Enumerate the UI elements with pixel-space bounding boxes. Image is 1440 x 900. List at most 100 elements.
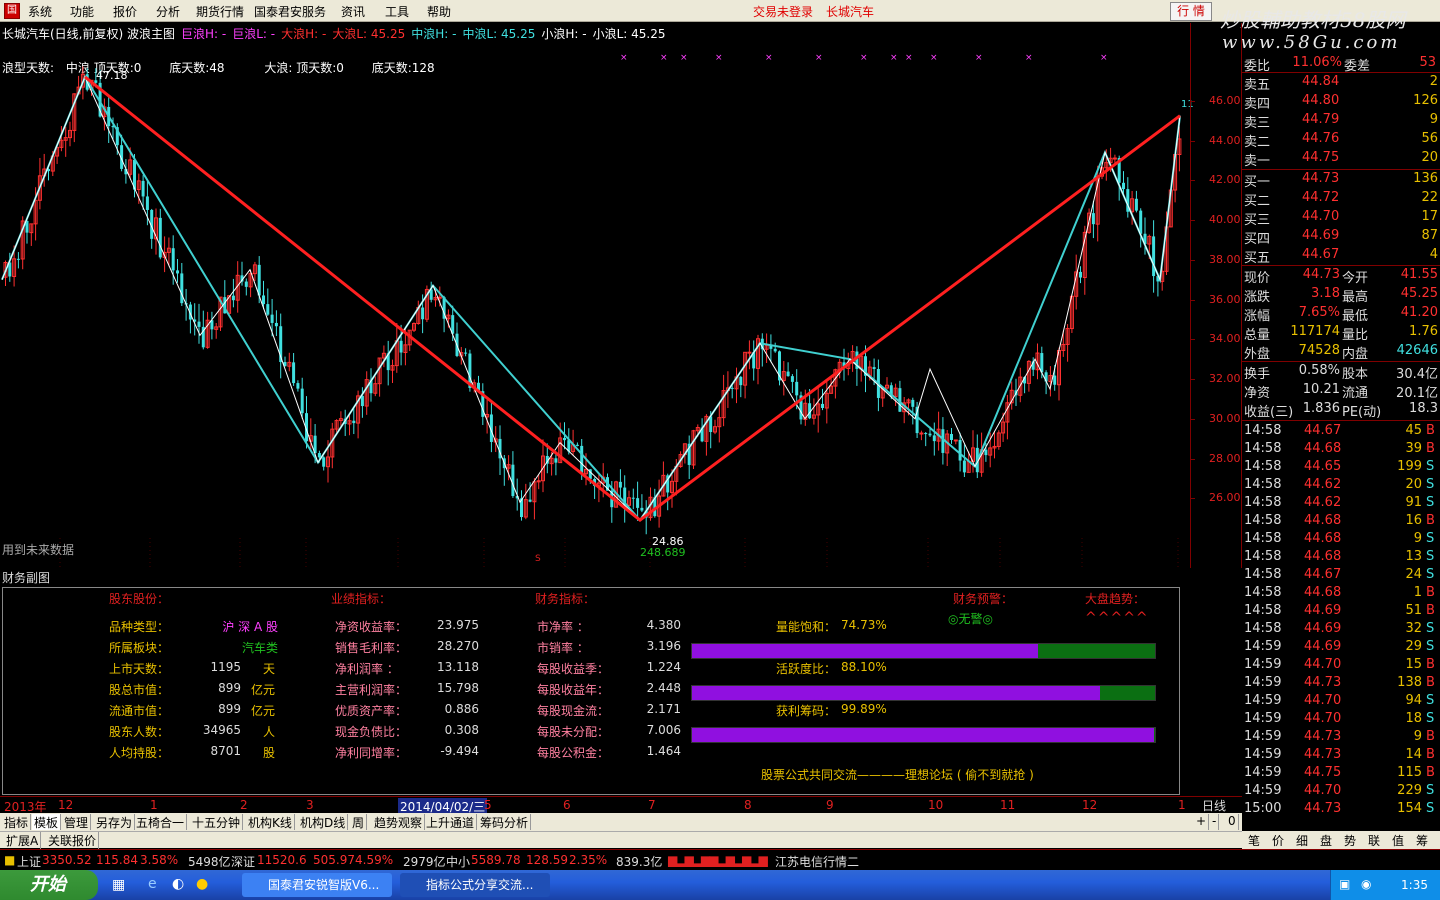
menu-service[interactable]: 国泰君安服务: [254, 3, 326, 20]
taskbar-item-forum[interactable]: 指标公式分享交流...: [400, 873, 550, 897]
tick-row[interactable]: 14:58 44.62 91 S: [1242, 494, 1440, 513]
ask-row[interactable]: 卖二 44.76 56: [1242, 130, 1440, 150]
indicator-tab[interactable]: 机构D线: [298, 814, 349, 830]
menu-function[interactable]: 功能: [70, 3, 94, 20]
quote-tab[interactable]: 势: [1344, 832, 1356, 849]
sh-pct: 3.58%: [140, 853, 179, 867]
quote-tab[interactable]: 价: [1272, 832, 1284, 849]
bid-row[interactable]: 买五 44.67 4: [1242, 246, 1440, 266]
browser-icon[interactable]: ◐: [172, 876, 184, 892]
desktop-icon[interactable]: ▦: [112, 877, 125, 893]
quote-tab[interactable]: 笔: [1248, 832, 1260, 849]
tick-row[interactable]: 14:58 44.67 24 S: [1242, 566, 1440, 585]
tick-row[interactable]: 14:58 44.68 13 S: [1242, 548, 1440, 567]
tick-row[interactable]: 14:59 44.69 29 S: [1242, 638, 1440, 657]
tick-row[interactable]: 14:58 44.68 16 B: [1242, 512, 1440, 531]
indicator-tab[interactable]: 另存为: [94, 814, 136, 830]
tick-row[interactable]: 14:59 44.70 229 S: [1242, 782, 1440, 801]
tick-row[interactable]: 14:59 44.73 14 B: [1242, 746, 1440, 765]
tab-control-button[interactable]: +: [1194, 814, 1210, 830]
candle-body: [1091, 213, 1095, 225]
tick-row[interactable]: 14:59 44.70 18 S: [1242, 710, 1440, 729]
sh-name[interactable]: 上证: [17, 853, 41, 870]
ask-label: 卖四: [1244, 97, 1271, 112]
zx-name[interactable]: 中小: [446, 853, 470, 870]
y-tick-label: 36.00: [1209, 292, 1241, 306]
performance-label: 主营利润率：: [335, 683, 408, 697]
quote-tab[interactable]: 联: [1368, 832, 1380, 849]
tick-row[interactable]: 14:58 44.68 9 S: [1242, 530, 1440, 549]
tick-row[interactable]: 14:58 44.62 20 S: [1242, 476, 1440, 495]
extension-tab[interactable]: 扩展A: [4, 832, 42, 849]
ask-row[interactable]: 卖一 44.75 20: [1242, 149, 1440, 169]
menu-help[interactable]: 帮助: [427, 3, 451, 20]
bid-row[interactable]: 买四 44.69 87: [1242, 227, 1440, 247]
stat-row[interactable]: 总量 117174 量比 1.76: [1242, 323, 1440, 343]
stat-row[interactable]: 涨跌 3.18 最高 45.25: [1242, 285, 1440, 305]
tick-row[interactable]: 14:58 44.67 45 B: [1242, 422, 1440, 441]
indicator-tab[interactable]: 筹码分析: [478, 814, 532, 830]
tick-row[interactable]: 14:58 44.69 32 S: [1242, 620, 1440, 639]
ask-row[interactable]: 卖四 44.80 126: [1242, 92, 1440, 112]
media-icon[interactable]: ●: [196, 876, 208, 892]
tab-control-button[interactable]: -: [1210, 814, 1220, 830]
tick-row[interactable]: 14:59 44.73 9 B: [1242, 728, 1440, 747]
indicator-tab[interactable]: 指标: [2, 814, 32, 830]
indicator-tab[interactable]: 模板: [32, 814, 62, 830]
network-icon[interactable]: ▣: [1339, 877, 1350, 891]
tick-row[interactable]: 14:59 44.70 15 B: [1242, 656, 1440, 675]
indicator-tab[interactable]: 上升通道: [424, 814, 478, 830]
bid-row[interactable]: 买三 44.70 17: [1242, 208, 1440, 228]
ie-icon[interactable]: e: [148, 876, 157, 892]
stat-row[interactable]: 换手 0.58% 股本 30.4亿: [1242, 362, 1440, 382]
volume-icon[interactable]: ◉: [1361, 877, 1371, 891]
tick-row[interactable]: 14:59 44.73 138 B: [1242, 674, 1440, 693]
quote-tab[interactable]: 值: [1392, 832, 1404, 849]
indicator-tab[interactable]: 管理: [62, 814, 92, 830]
bid-row[interactable]: 买二 44.72 22: [1242, 189, 1440, 209]
menu-system[interactable]: 系统: [28, 3, 52, 20]
tick-price: 44.65: [1304, 459, 1342, 474]
indicator-tab[interactable]: 趋势观察: [372, 814, 426, 830]
sz-name[interactable]: 深证: [231, 853, 255, 870]
quote-button[interactable]: 行 情: [1170, 2, 1212, 21]
tick-row[interactable]: 14:59 44.70 94 S: [1242, 692, 1440, 711]
quote-tab[interactable]: 筹: [1416, 832, 1428, 849]
start-button[interactable]: 开始: [0, 870, 98, 900]
quote-tab[interactable]: 细: [1296, 832, 1308, 849]
tick-row[interactable]: 15:00 44.73 154 S: [1242, 800, 1440, 819]
period-label[interactable]: 日线: [1190, 796, 1242, 813]
ask-row[interactable]: 卖五 44.84 2: [1242, 73, 1440, 93]
stat-row[interactable]: 涨幅 7.65% 最低 41.20: [1242, 304, 1440, 324]
menu-quote[interactable]: 报价: [113, 3, 137, 20]
quote-tab[interactable]: 盘: [1320, 832, 1332, 849]
indicator-tab[interactable]: 周: [350, 814, 368, 830]
tab-control-button[interactable]: 0: [1226, 814, 1239, 830]
tick-row[interactable]: 14:59 44.75 115 B: [1242, 764, 1440, 783]
tick-row[interactable]: 14:58 44.69 51 B: [1242, 602, 1440, 621]
tick-row[interactable]: 14:58 44.65 199 S: [1242, 458, 1440, 477]
menu-tools[interactable]: 工具: [385, 3, 409, 20]
indicator-tab[interactable]: 十五分钟: [190, 814, 244, 830]
main-chart[interactable]: 长城汽车(日线,前复权) 波浪主图 巨浪H: - 巨浪L: - 大浪H: - 大浪L: …: [0, 23, 1242, 568]
server-name[interactable]: 江苏电信行情二: [775, 853, 859, 870]
bid-ratio-row[interactable]: 委比 11.06% 委差 53: [1242, 54, 1440, 74]
tick-volume: 14: [1405, 747, 1422, 762]
login-status[interactable]: 交易未登录: [753, 3, 813, 20]
stat-row[interactable]: 收益(三) 1.836 PE(动) 18.3: [1242, 400, 1440, 420]
taskbar-item-trading[interactable]: 国泰君安锐智版V6...: [242, 873, 392, 897]
tick-row[interactable]: 14:58 44.68 39 B: [1242, 440, 1440, 459]
indicator-tab[interactable]: 五椅合一: [134, 814, 188, 830]
extension-tab[interactable]: 关联报价: [46, 832, 100, 849]
menu-news[interactable]: 资讯: [341, 3, 365, 20]
bid-row[interactable]: 买一 44.73 136: [1242, 170, 1440, 190]
tick-row[interactable]: 14:58 44.68 1 B: [1242, 584, 1440, 603]
indicator-tab[interactable]: 机构K线: [246, 814, 295, 830]
menu-analysis[interactable]: 分析: [156, 3, 180, 20]
ask-row[interactable]: 卖三 44.79 9: [1242, 111, 1440, 131]
stat-row[interactable]: 外盘 74528 内盘 42646: [1242, 342, 1440, 362]
stat-row[interactable]: 现价 44.73 今开 41.55: [1242, 266, 1440, 286]
stat-row[interactable]: 净资 10.21 流通 20.1亿: [1242, 381, 1440, 401]
stat-value: 10.21: [1302, 382, 1340, 397]
menu-futures[interactable]: 期货行情: [196, 3, 244, 20]
